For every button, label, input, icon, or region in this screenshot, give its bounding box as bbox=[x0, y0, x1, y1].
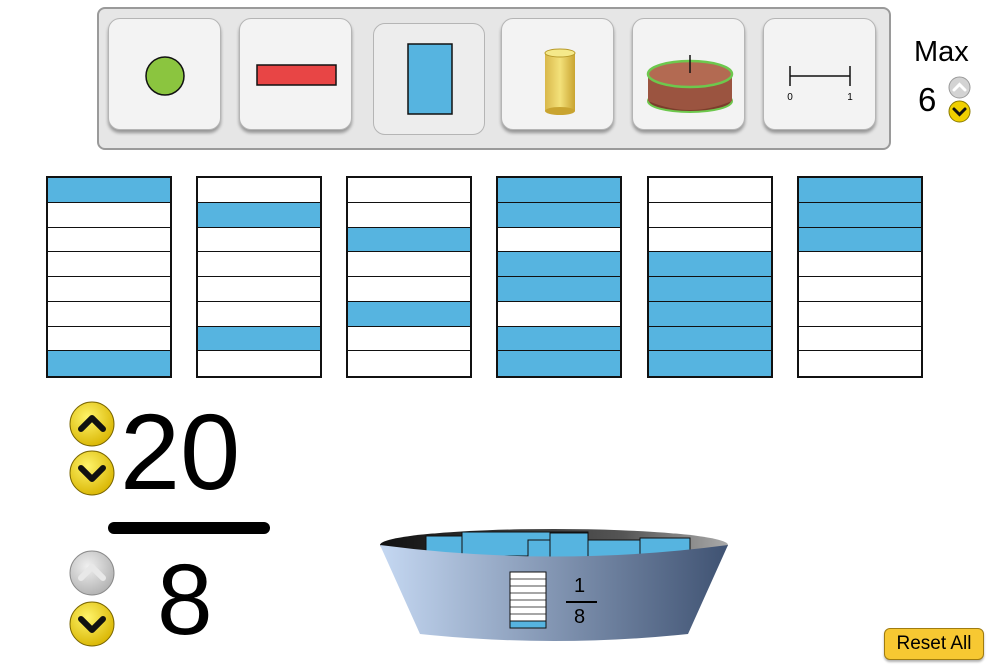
container-cell[interactable] bbox=[799, 351, 921, 376]
container-cell[interactable] bbox=[649, 351, 771, 376]
bucket-piece bbox=[549, 532, 589, 560]
container-cell[interactable] bbox=[649, 301, 771, 327]
container-cell[interactable] bbox=[799, 202, 921, 228]
reset-all-button[interactable]: Reset All bbox=[884, 628, 984, 660]
vertical-bar-representation-button[interactable] bbox=[373, 23, 485, 135]
container-cell[interactable] bbox=[48, 228, 170, 253]
container-cell[interactable] bbox=[198, 252, 320, 277]
numerator-value: 20 bbox=[120, 391, 241, 512]
max-decrease-button[interactable] bbox=[948, 100, 971, 123]
container-cell[interactable] bbox=[198, 302, 320, 327]
container-cell[interactable] bbox=[799, 227, 921, 253]
numerator-decrease-button[interactable] bbox=[68, 450, 116, 496]
circle-representation-button[interactable] bbox=[108, 18, 221, 130]
container-cell[interactable] bbox=[48, 203, 170, 228]
horizontal-bar-representation-button[interactable] bbox=[239, 18, 352, 130]
container-cell[interactable] bbox=[799, 178, 921, 203]
bucket-label-denominator: 8 bbox=[574, 606, 586, 628]
container-cell[interactable] bbox=[198, 351, 320, 376]
container-cell[interactable] bbox=[48, 302, 170, 327]
number-line-start-label: 0 bbox=[787, 92, 793, 103]
container-cell[interactable] bbox=[649, 178, 771, 203]
container-cell[interactable] bbox=[498, 252, 620, 277]
fraction-bar bbox=[108, 522, 270, 534]
container-cell[interactable] bbox=[48, 277, 170, 302]
container-cell[interactable] bbox=[649, 252, 771, 277]
horizontal-bar-icon bbox=[256, 64, 337, 86]
denominator-decrease-button[interactable] bbox=[68, 601, 116, 647]
container-cell[interactable] bbox=[48, 351, 170, 376]
container-cell[interactable] bbox=[348, 277, 470, 302]
number-line-end-label: 1 bbox=[847, 92, 853, 103]
container-cell[interactable] bbox=[348, 227, 470, 253]
container-cell[interactable] bbox=[348, 351, 470, 376]
number-line-representation-button[interactable]: 0 1 bbox=[763, 18, 876, 130]
chevron-up-icon bbox=[69, 401, 115, 447]
container-cell[interactable] bbox=[649, 326, 771, 352]
container-cell[interactable] bbox=[348, 327, 470, 352]
container-cell[interactable] bbox=[498, 351, 620, 376]
container-cell[interactable] bbox=[498, 228, 620, 253]
representation-toolbar: 0 1 bbox=[97, 7, 891, 150]
container-cell[interactable] bbox=[198, 202, 320, 228]
chevron-down-icon bbox=[69, 450, 115, 496]
denominator-value: 8 bbox=[157, 544, 213, 656]
number-line-icon: 0 1 bbox=[787, 66, 853, 103]
container-cell[interactable] bbox=[799, 327, 921, 352]
container-cell[interactable] bbox=[48, 252, 170, 277]
chevron-up-icon bbox=[69, 550, 115, 596]
container-cell[interactable] bbox=[799, 277, 921, 302]
container-cell[interactable] bbox=[348, 178, 470, 203]
container-cell[interactable] bbox=[498, 302, 620, 327]
max-increase-button[interactable] bbox=[948, 76, 971, 99]
container-cell[interactable] bbox=[498, 178, 620, 203]
max-value: 6 bbox=[918, 81, 937, 118]
container-cell[interactable] bbox=[198, 178, 320, 203]
chevron-down-icon bbox=[69, 601, 115, 647]
container-cell[interactable] bbox=[198, 228, 320, 253]
cake-representation-button[interactable] bbox=[632, 18, 745, 130]
water-glass-icon bbox=[544, 48, 576, 115]
water-glass-representation-button[interactable] bbox=[501, 18, 614, 130]
container-cell[interactable] bbox=[198, 277, 320, 302]
circle-icon bbox=[145, 56, 185, 96]
piece-bucket[interactable] bbox=[378, 528, 730, 653]
container-cell[interactable] bbox=[649, 277, 771, 302]
fraction-container[interactable] bbox=[647, 176, 773, 378]
container-cell[interactable] bbox=[799, 252, 921, 277]
container-cell[interactable] bbox=[498, 202, 620, 228]
max-label: Max bbox=[914, 36, 969, 68]
container-cell[interactable] bbox=[498, 326, 620, 352]
container-cell[interactable] bbox=[198, 326, 320, 352]
container-cell[interactable] bbox=[348, 301, 470, 327]
container-cell[interactable] bbox=[799, 302, 921, 327]
container-cell[interactable] bbox=[498, 277, 620, 302]
container-cell[interactable] bbox=[348, 252, 470, 277]
container-cell[interactable] bbox=[348, 203, 470, 228]
fraction-container[interactable] bbox=[797, 176, 923, 378]
denominator-increase-button[interactable] bbox=[68, 550, 116, 596]
container-cell[interactable] bbox=[48, 327, 170, 352]
chevron-down-icon bbox=[948, 100, 971, 123]
fraction-container[interactable] bbox=[46, 176, 172, 378]
bucket-label-fraction-line bbox=[566, 601, 597, 603]
chevron-up-icon bbox=[948, 76, 971, 99]
cake-icon bbox=[646, 55, 734, 113]
container-cell[interactable] bbox=[48, 178, 170, 203]
vertical-bar-icon bbox=[407, 43, 453, 115]
numerator-increase-button[interactable] bbox=[68, 401, 116, 447]
fraction-container[interactable] bbox=[346, 176, 472, 378]
container-cell[interactable] bbox=[649, 228, 771, 253]
fraction-container[interactable] bbox=[196, 176, 322, 378]
bucket-label-numerator: 1 bbox=[574, 575, 586, 597]
fraction-container[interactable] bbox=[496, 176, 622, 378]
container-cell[interactable] bbox=[649, 203, 771, 228]
